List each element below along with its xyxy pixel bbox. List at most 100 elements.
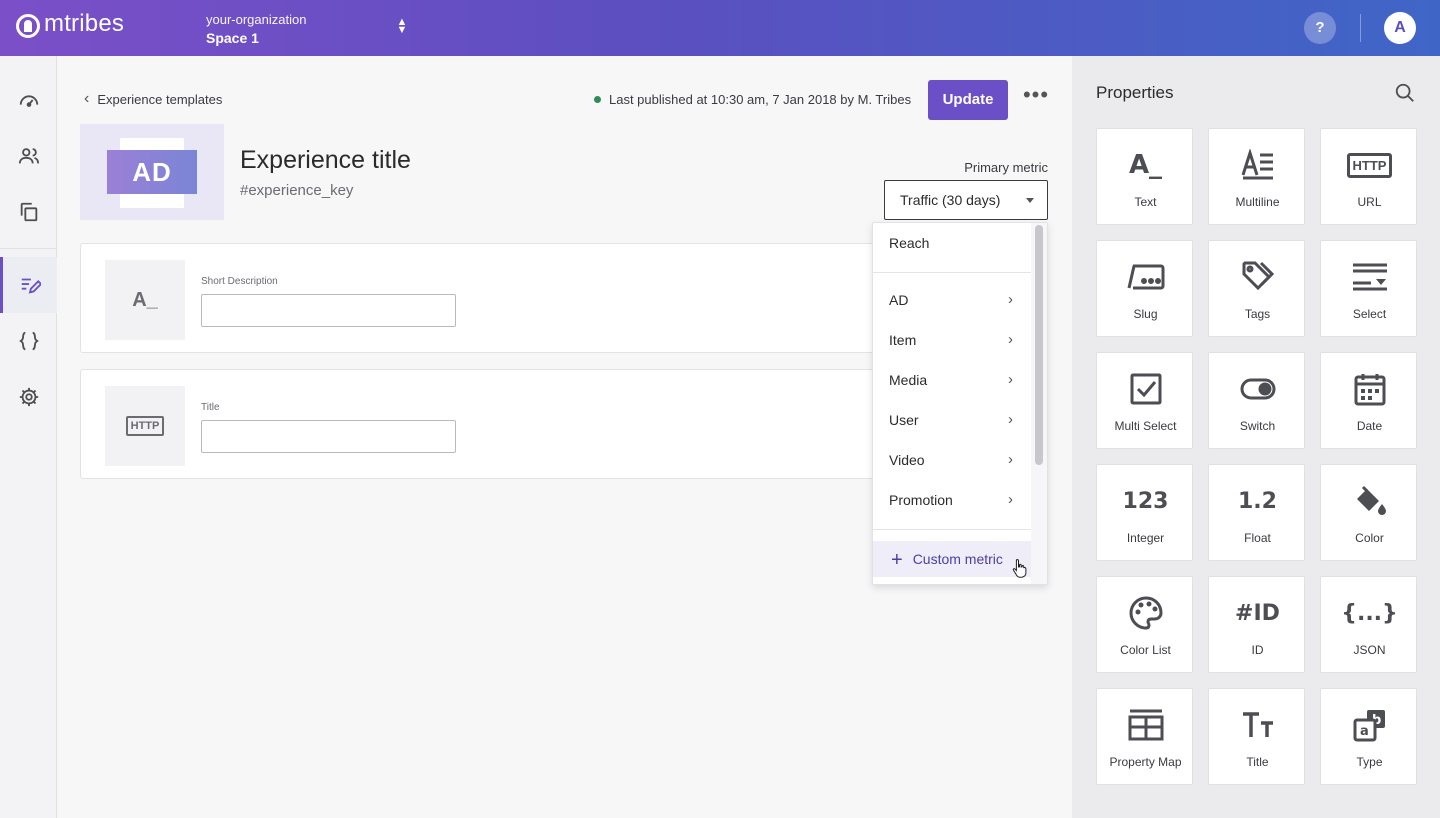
- text-field-icon: A_: [105, 260, 185, 340]
- scrollbar-thumb[interactable]: [1035, 225, 1043, 465]
- svg-text:a: a: [1360, 724, 1369, 739]
- gear-icon: [19, 387, 38, 407]
- pointer-cursor-icon: [1012, 558, 1027, 578]
- primary-metric-select[interactable]: Traffic (30 days): [884, 180, 1048, 220]
- dropdown-item-media[interactable]: Media ›: [873, 360, 1033, 400]
- dropdown-item-item[interactable]: Item ›: [873, 320, 1033, 360]
- chevron-right-icon: ›: [1008, 491, 1013, 508]
- dropdown-item-user[interactable]: User ›: [873, 400, 1033, 440]
- field-card: HTTP Title: [80, 369, 880, 479]
- property-url[interactable]: HTTP URL: [1320, 128, 1417, 225]
- palette-icon: [1097, 595, 1194, 631]
- left-nav-rail: [0, 56, 57, 818]
- nav-settings[interactable]: [0, 369, 57, 425]
- property-color[interactable]: Color: [1320, 464, 1417, 561]
- property-multiline[interactable]: Multiline: [1208, 128, 1305, 225]
- chevron-right-icon: ›: [1008, 331, 1013, 348]
- more-options-icon[interactable]: •••: [1022, 84, 1050, 112]
- property-label: Integer: [1126, 531, 1165, 545]
- field-label: Title: [201, 402, 220, 413]
- property-tags[interactable]: Tags: [1208, 240, 1305, 337]
- brand-name: mtribes: [44, 10, 125, 37]
- property-text[interactable]: A_ Text: [1096, 128, 1193, 225]
- thumbnail-badge: AD: [107, 150, 197, 194]
- copy-icon: [20, 202, 37, 222]
- property-title[interactable]: Title: [1208, 688, 1305, 785]
- status-dot-icon: [594, 96, 601, 103]
- text-icon: A_: [1128, 150, 1163, 180]
- property-color-list[interactable]: Color List: [1096, 576, 1193, 673]
- property-label: Tags: [1244, 307, 1271, 321]
- id-icon: #ID: [1235, 600, 1280, 626]
- title-input[interactable]: [201, 420, 456, 453]
- property-type[interactable]: ba Type: [1320, 688, 1417, 785]
- chevron-right-icon: ›: [1008, 371, 1013, 388]
- property-label: JSON: [1353, 643, 1386, 657]
- braces-icon: [18, 331, 39, 351]
- back-link[interactable]: ‹ Experience templates: [84, 90, 222, 108]
- custom-metric-button[interactable]: + Custom metric: [873, 541, 1033, 577]
- brand-logo[interactable]: mtribes: [16, 10, 124, 38]
- property-integer[interactable]: 123 Integer: [1096, 464, 1193, 561]
- search-icon[interactable]: [1394, 82, 1416, 104]
- calendar-icon: [1321, 371, 1418, 407]
- property-id[interactable]: #ID ID: [1208, 576, 1305, 673]
- property-date[interactable]: Date: [1320, 352, 1417, 449]
- property-label: Text: [1134, 195, 1157, 209]
- dropdown-divider: [873, 529, 1033, 530]
- switch-space-icon[interactable]: ▲ ▼: [394, 17, 410, 38]
- property-slug[interactable]: Slug: [1096, 240, 1193, 337]
- properties-title: Properties: [1096, 83, 1174, 102]
- publish-status-text: Last published at 10:30 am, 7 Jan 2018 b…: [609, 92, 912, 107]
- chevron-left-icon: ‹: [84, 90, 90, 107]
- users-icon: [18, 148, 39, 164]
- dropdown-item-reach[interactable]: Reach: [873, 223, 1033, 263]
- integer-icon: 123: [1122, 488, 1169, 514]
- nav-users[interactable]: [0, 128, 57, 184]
- top-bar: mtribes your-organization Space 1 ▲ ▼ ? A: [0, 0, 1440, 56]
- field-label: Short Description: [201, 276, 278, 287]
- dropdown-divider: [873, 272, 1033, 273]
- experience-title[interactable]: Experience title: [240, 146, 411, 175]
- help-button[interactable]: ?: [1304, 12, 1336, 44]
- property-float[interactable]: 1.2 Float: [1208, 464, 1305, 561]
- update-button[interactable]: Update: [928, 80, 1008, 120]
- paint-bucket-icon: [1321, 483, 1418, 519]
- space-name: Space 1: [206, 30, 259, 46]
- nav-collections[interactable]: [0, 184, 57, 240]
- property-json[interactable]: {...} JSON: [1320, 576, 1417, 673]
- property-switch[interactable]: Switch: [1208, 352, 1305, 449]
- table-icon: [1097, 707, 1194, 743]
- property-label: Select: [1352, 307, 1387, 321]
- avatar[interactable]: A: [1384, 12, 1416, 44]
- dropdown-item-promotion[interactable]: Promotion ›: [873, 480, 1033, 520]
- organization-name: your-organization: [206, 12, 307, 27]
- property-multi-select[interactable]: Multi Select: [1096, 352, 1193, 449]
- publish-status: Last published at 10:30 am, 7 Jan 2018 b…: [594, 92, 911, 107]
- property-label: Property Map: [1109, 755, 1182, 769]
- property-property-map[interactable]: Property Map: [1096, 688, 1193, 785]
- property-label: Multi Select: [1114, 419, 1177, 433]
- experience-key: #experience_key: [240, 182, 354, 199]
- dropdown-item-ad[interactable]: AD ›: [873, 280, 1033, 320]
- primary-metric-value: Traffic (30 days): [900, 192, 1001, 208]
- short-description-input[interactable]: [201, 294, 456, 327]
- property-select[interactable]: Select: [1320, 240, 1417, 337]
- property-label: Type: [1356, 755, 1383, 769]
- field-card: A_ Short Description: [80, 243, 880, 353]
- multiline-icon: [1209, 147, 1306, 183]
- properties-panel: Properties A_ Text Multiline HTTP URL Sl…: [1072, 56, 1440, 818]
- checkbox-icon: [1097, 371, 1194, 407]
- nav-dashboard[interactable]: [0, 72, 57, 128]
- chevron-right-icon: ›: [1008, 451, 1013, 468]
- dropdown-item-video[interactable]: Video ›: [873, 440, 1033, 480]
- nav-divider: [0, 248, 57, 249]
- dropdown-scrollbar[interactable]: [1031, 223, 1047, 584]
- property-label: Color: [1355, 531, 1384, 545]
- nav-code[interactable]: [0, 313, 57, 369]
- type-icon: ba: [1321, 707, 1418, 743]
- organization-switcher[interactable]: your-organization Space 1: [206, 11, 306, 47]
- nav-experience-templates[interactable]: [0, 257, 57, 313]
- property-label: Slug: [1133, 307, 1158, 321]
- edit-list-icon: [21, 278, 41, 294]
